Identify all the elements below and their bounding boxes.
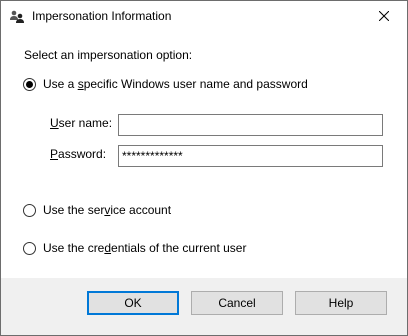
- impersonation-dialog: Impersonation Information Select an impe…: [0, 0, 408, 336]
- password-input[interactable]: [118, 145, 383, 167]
- title-bar[interactable]: Impersonation Information: [1, 1, 407, 32]
- password-label: Password:: [50, 147, 107, 161]
- section-label: Select an impersonation option:: [24, 48, 193, 62]
- button-bar: OK Cancel Help: [1, 278, 407, 335]
- close-button[interactable]: [361, 1, 407, 32]
- radio-label: Use the service account: [43, 203, 172, 217]
- radio-button[interactable]: [23, 77, 36, 91]
- radio-current-user[interactable]: Use the credentials of the current user: [23, 241, 246, 255]
- help-button[interactable]: Help: [295, 291, 387, 315]
- ok-button[interactable]: OK: [87, 291, 179, 315]
- dialog-content: Select an impersonation option: Use a sp…: [1, 32, 407, 278]
- radio-label: Use the credentials of the current user: [43, 241, 247, 255]
- radio-service-account[interactable]: Use the service account: [23, 203, 171, 217]
- radio-specific-user[interactable]: Use a specific Windows user name and pas…: [23, 77, 308, 91]
- cancel-button[interactable]: Cancel: [191, 291, 283, 315]
- radio-label: Use a specific Windows user name and pas…: [43, 77, 308, 91]
- close-icon: [378, 10, 390, 24]
- radio-button[interactable]: [23, 241, 36, 255]
- username-label: User name:: [50, 116, 113, 130]
- window-title: Impersonation Information: [32, 9, 172, 23]
- username-input[interactable]: [118, 114, 383, 136]
- radio-button[interactable]: [23, 203, 36, 217]
- users-icon: [9, 9, 25, 25]
